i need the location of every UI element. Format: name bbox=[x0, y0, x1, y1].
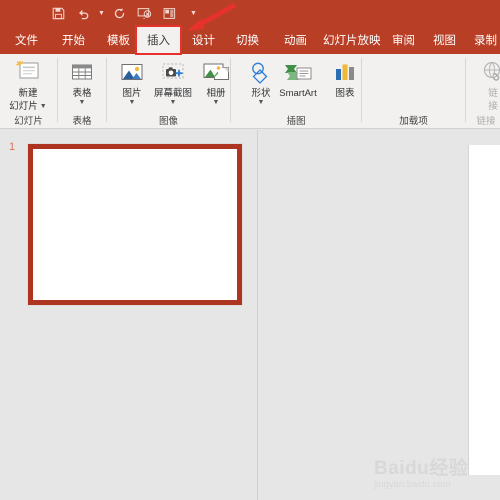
new-slide-caret-icon[interactable]: ▼ bbox=[40, 103, 47, 110]
watermark-main-text: Baidu经验 bbox=[374, 458, 469, 479]
group-label-slides: 幻灯片 bbox=[14, 116, 43, 127]
new-slide-button[interactable]: 新建 幻灯片 ▼ bbox=[7, 56, 49, 112]
group-label-tables: 表格 bbox=[72, 116, 92, 127]
red-pointer-arrow bbox=[187, 3, 237, 31]
watermark-sub-text: jingyan.baidu.com bbox=[374, 479, 451, 490]
new-slide-icon bbox=[14, 56, 42, 86]
photo-album-caret-icon[interactable]: ▼ bbox=[213, 99, 220, 106]
screenshot-label: 屏幕截图 bbox=[153, 88, 192, 99]
redo-icon[interactable] bbox=[107, 1, 132, 25]
slide-thumbnail-1[interactable] bbox=[28, 144, 242, 305]
picture-icon bbox=[118, 56, 146, 86]
link-label-2: 接 bbox=[488, 101, 498, 112]
smartart-icon bbox=[282, 56, 314, 86]
undo-icon[interactable] bbox=[71, 1, 96, 25]
tab-record[interactable]: 录制 bbox=[467, 26, 500, 54]
picture-label: 图片 bbox=[122, 88, 142, 99]
ribbon: 新建 幻灯片 ▼ 幻灯片 表格 ▼ 表格 图片 ▼ 屏幕截图 ▼ 相册 ▼ 图像… bbox=[0, 54, 500, 129]
new-slide-label-1: 新建 bbox=[18, 88, 38, 99]
ribbon-group-images: 图片 ▼ 屏幕截图 ▼ 相册 ▼ 图像 bbox=[107, 54, 230, 128]
ribbon-group-addins: 获取加载项 我的加载项 ▼ 加载项 bbox=[362, 54, 465, 128]
ribbon-group-tables: 表格 ▼ 表格 bbox=[58, 54, 106, 128]
picture-button[interactable]: 图片 ▼ bbox=[111, 56, 153, 106]
group-label-images: 图像 bbox=[158, 116, 178, 127]
chart-icon bbox=[331, 56, 359, 86]
table-button[interactable]: 表格 ▼ bbox=[61, 56, 103, 106]
shapes-caret-icon[interactable]: ▼ bbox=[258, 99, 265, 106]
chart-button[interactable]: 图表 bbox=[324, 56, 366, 99]
new-slide-label-2: 幻灯片 bbox=[9, 101, 38, 112]
photo-album-icon bbox=[201, 56, 231, 86]
screenshot-button[interactable]: 屏幕截图 ▼ bbox=[148, 56, 198, 106]
link-label-1: 链 bbox=[488, 88, 498, 99]
link-button[interactable]: 链 接 bbox=[472, 56, 500, 112]
group-label-links: 链接 bbox=[476, 116, 496, 127]
ribbon-group-slides: 新建 幻灯片 ▼ 幻灯片 bbox=[0, 54, 57, 128]
chart-label: 图表 bbox=[335, 88, 355, 99]
picture-caret-icon[interactable]: ▼ bbox=[129, 99, 136, 106]
ribbon-group-links: 链 接 链接 bbox=[466, 54, 500, 128]
slide-edit-area[interactable] bbox=[258, 130, 500, 500]
watermark: Baidu经验 jingyan.baidu.com bbox=[374, 458, 496, 496]
table-icon bbox=[68, 56, 96, 86]
photo-album-label: 相册 bbox=[206, 88, 226, 99]
tab-review[interactable]: 审阅 bbox=[385, 26, 422, 54]
shapes-label: 形状 bbox=[251, 88, 271, 99]
table-caret-icon[interactable]: ▼ bbox=[79, 99, 86, 106]
tab-home[interactable]: 开始 bbox=[55, 26, 92, 54]
tab-file[interactable]: 文件 bbox=[8, 26, 45, 54]
tab-slideshow[interactable]: 幻灯片放映 bbox=[316, 26, 388, 54]
screenshot-caret-icon[interactable]: ▼ bbox=[170, 99, 177, 106]
link-globe-icon bbox=[480, 56, 500, 86]
tab-template[interactable]: 模板 bbox=[100, 26, 137, 54]
smartart-button[interactable]: SmartArt bbox=[271, 56, 325, 99]
tab-view[interactable]: 视图 bbox=[426, 26, 463, 54]
title-bar: ▼ ▼ bbox=[0, 0, 500, 26]
ribbon-group-illustrations: 形状 ▼ SmartArt 图表 插图 bbox=[231, 54, 361, 128]
screenshot-icon bbox=[158, 56, 188, 86]
start-slideshow-icon[interactable] bbox=[132, 1, 157, 25]
slide-canvas[interactable] bbox=[468, 145, 500, 475]
smartart-label: SmartArt bbox=[279, 88, 317, 99]
group-label-addins: 加载项 bbox=[399, 116, 428, 127]
ribbon-tab-strip: 文件 开始 模板 插入 设计 切换 动画 幻灯片放映 审阅 视图 录制 bbox=[0, 26, 500, 54]
undo-dropdown-caret-icon[interactable]: ▼ bbox=[96, 1, 107, 25]
slide-number-label: 1 bbox=[9, 141, 16, 153]
group-label-illustrations: 插图 bbox=[286, 116, 306, 127]
table-label: 表格 bbox=[72, 88, 92, 99]
save-icon[interactable] bbox=[46, 1, 71, 25]
tab-animations[interactable]: 动画 bbox=[277, 26, 314, 54]
